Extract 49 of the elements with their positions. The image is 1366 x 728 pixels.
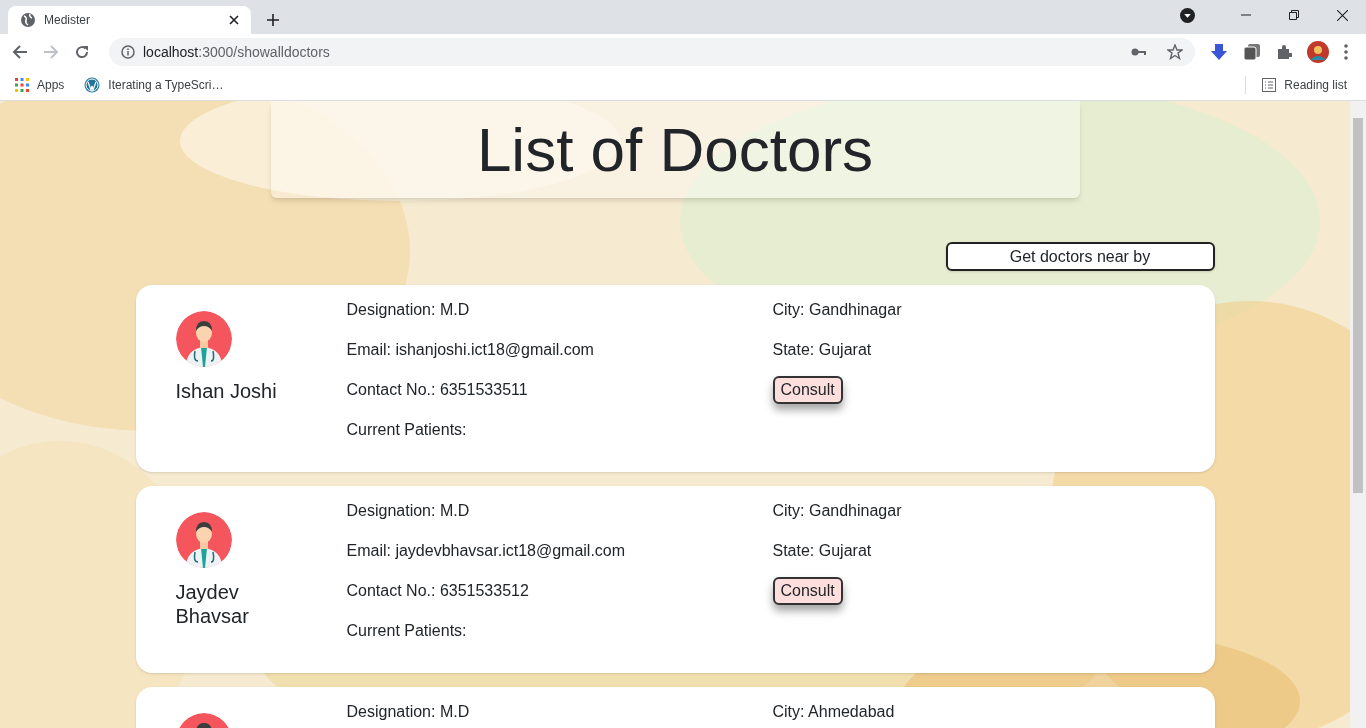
detail-text: Email: ishanjoshi.ict18@gmail.com bbox=[346, 340, 595, 360]
apps-grid-icon[interactable] bbox=[15, 78, 29, 92]
doctor-name: Jaydev Bhavsar bbox=[175, 580, 250, 628]
consult-button[interactable]: Consult bbox=[772, 376, 843, 404]
detail-text: Current Patients: bbox=[346, 420, 468, 440]
browser-tab[interactable]: Medister bbox=[8, 6, 251, 34]
copy-icon[interactable] bbox=[1243, 43, 1261, 61]
bookmark-link[interactable]: Iterating a TypeScri… bbox=[108, 76, 224, 94]
reading-list-button[interactable]: Reading list bbox=[1284, 76, 1347, 94]
close-icon[interactable] bbox=[229, 15, 239, 25]
globe-icon bbox=[20, 12, 36, 28]
dropdown-icon[interactable] bbox=[1180, 7, 1195, 23]
doctor-avatar-icon bbox=[175, 311, 232, 367]
key-icon[interactable] bbox=[1131, 47, 1147, 57]
detail-text: State: Gujarat bbox=[772, 541, 872, 561]
detail-text: City: Ahmedabad bbox=[772, 702, 895, 722]
puzzle-icon[interactable] bbox=[1276, 44, 1292, 60]
reading-list-icon[interactable] bbox=[1262, 78, 1277, 92]
detail-text: State: Gujarat bbox=[772, 340, 872, 360]
close-icon[interactable] bbox=[1337, 9, 1348, 21]
tab-title: Medister bbox=[44, 12, 91, 29]
restore-icon[interactable] bbox=[1289, 10, 1299, 20]
more-icon[interactable] bbox=[1344, 44, 1348, 60]
scrollbar-thumb[interactable] bbox=[1353, 118, 1363, 493]
detail-text: Current Patients: bbox=[346, 621, 468, 641]
detail-text: Contact No.: 6351533511 bbox=[346, 380, 529, 400]
back-icon[interactable] bbox=[12, 44, 28, 60]
url-text: localhost:3000/showalldoctors bbox=[143, 42, 331, 62]
detail-text: Email: jaydevbhavsar.ict18@gmail.com bbox=[346, 541, 627, 561]
address-bar[interactable]: localhost:3000/showalldoctors bbox=[109, 38, 1195, 66]
star-icon[interactable] bbox=[1167, 44, 1183, 60]
nearby-button[interactable]: Get doctors near by bbox=[945, 242, 1215, 271]
detail-text: City: Gandhinagar bbox=[772, 501, 902, 521]
detail-text: Designation: M.D bbox=[346, 702, 471, 722]
reload-icon[interactable] bbox=[74, 44, 90, 60]
doctor-avatar-icon bbox=[175, 512, 232, 568]
detail-text: Designation: M.D bbox=[346, 300, 471, 320]
detail-text: Designation: M.D bbox=[346, 501, 471, 521]
download-arrow-icon[interactable] bbox=[1210, 43, 1228, 61]
avatar-icon[interactable] bbox=[1307, 41, 1329, 63]
consult-button[interactable]: Consult bbox=[772, 577, 843, 605]
page-title: List of Doctors bbox=[476, 118, 874, 181]
bookmark-link[interactable]: Apps bbox=[37, 76, 65, 94]
doctor-name: Ishan Joshi bbox=[175, 379, 278, 403]
info-icon[interactable] bbox=[121, 45, 135, 59]
detail-text: City: Gandhinagar bbox=[772, 300, 902, 320]
wordpress-icon[interactable] bbox=[84, 77, 101, 93]
detail-text: Contact No.: 6351533512 bbox=[346, 581, 530, 601]
new-tab-icon[interactable] bbox=[267, 14, 279, 26]
